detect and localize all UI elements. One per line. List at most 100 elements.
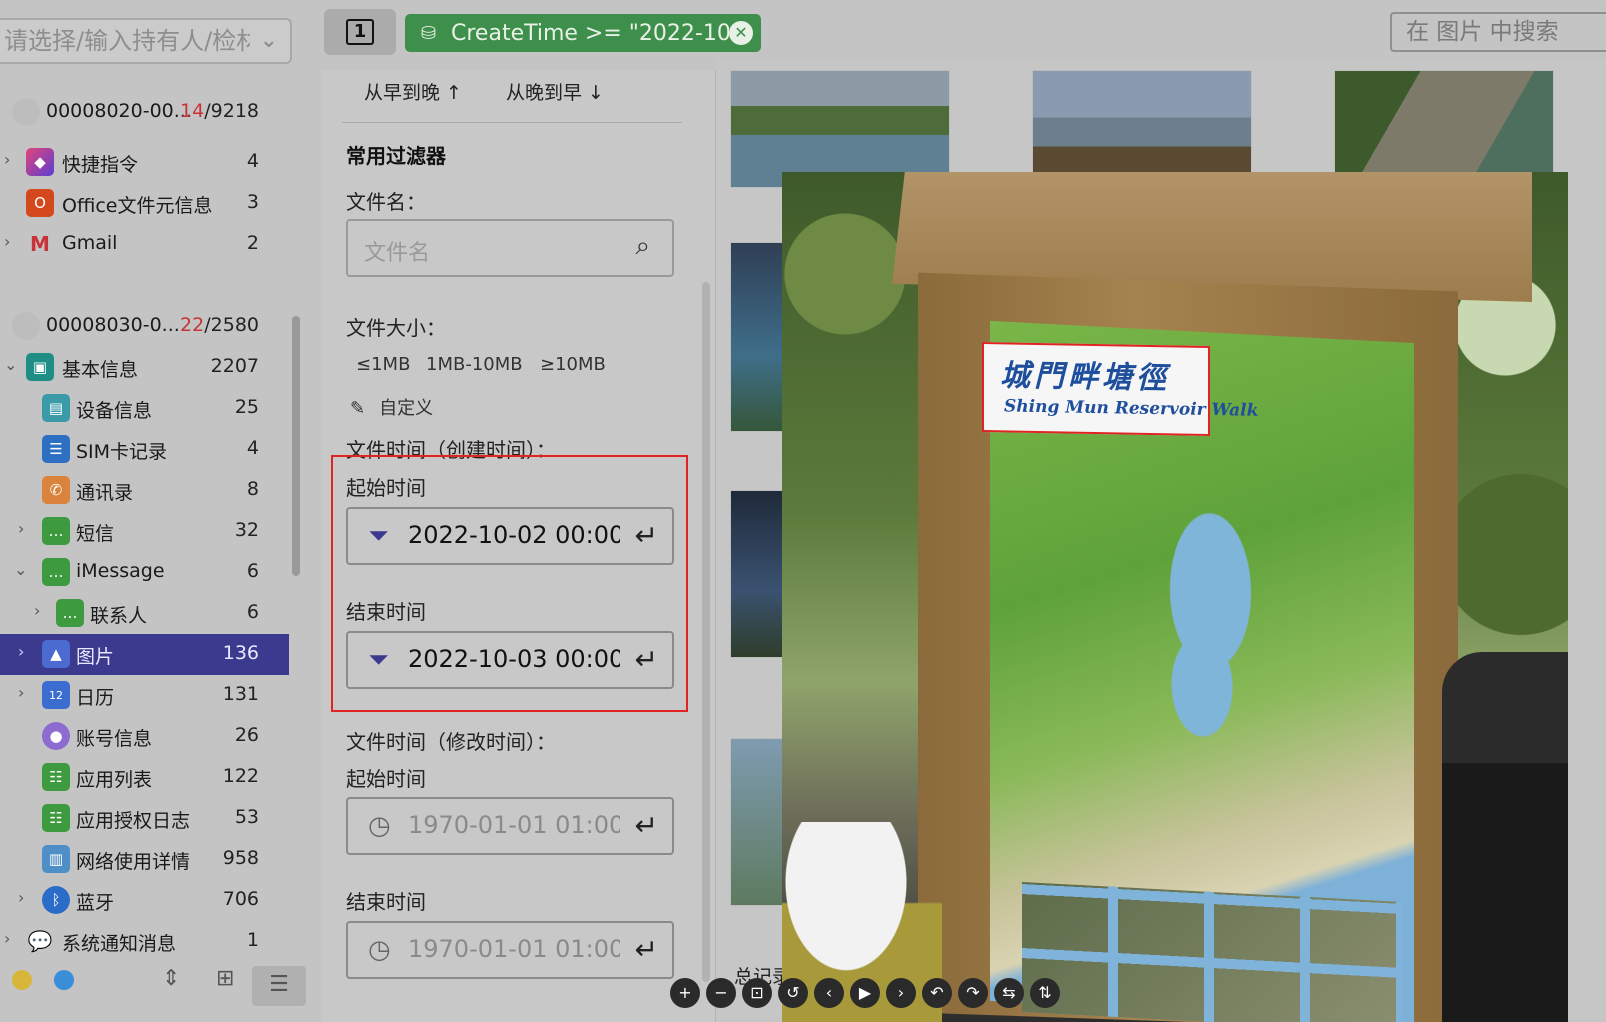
chevron-right-icon: › — [18, 888, 25, 907]
size-option-medium[interactable]: 1MB-10MB — [426, 354, 523, 375]
tree-item-system-notifications[interactable]: › 💬 系统通知消息 1 — [0, 921, 289, 962]
modify-end-input[interactable]: ◷ 1970-01-01 01:00:00 ↵ — [346, 921, 674, 979]
active-filter-chip[interactable]: ⛁ CreateTime >= "2022-10... ✕ — [405, 14, 761, 52]
tree-item-app-auth-log[interactable]: ☷ 应用授权日志 53 — [0, 798, 289, 839]
yellow-status-dot[interactable] — [12, 970, 32, 990]
sort-ascending-button[interactable]: 从早到晚 ↑ — [364, 82, 462, 104]
tree-item-network-usage[interactable]: ▥ 网络使用详情 958 — [0, 839, 289, 880]
reset-icon[interactable]: ↺ — [778, 978, 808, 1008]
tree-item-app-list[interactable]: ☷ 应用列表 122 — [0, 757, 289, 798]
phone-icon: ✆ — [42, 476, 70, 504]
tree-item-office[interactable]: O Office文件元信息 3 — [0, 183, 289, 224]
grid-view-icon[interactable]: ⊞ — [216, 966, 234, 991]
panel-scrollbar[interactable] — [702, 282, 710, 982]
tree-item-sim[interactable]: ☰ SIM卡记录 4 — [0, 429, 289, 470]
zoom-in-icon[interactable]: + — [670, 978, 700, 1008]
tree-item-count: 6 — [246, 560, 259, 582]
tree-item-label: 快捷指令 — [62, 154, 139, 176]
tree-item-label: 网络使用详情 — [76, 851, 191, 873]
next-icon[interactable]: › — [886, 978, 916, 1008]
enter-icon[interactable]: ↵ — [635, 933, 658, 966]
tree-item-accounts[interactable]: ● 账号信息 26 — [0, 716, 289, 757]
database-filter-icon: ⛁ — [421, 22, 437, 44]
tree-item-label: 系统通知消息 — [62, 933, 177, 955]
image-thumbnail[interactable] — [1032, 70, 1252, 188]
app-auth-icon: ☷ — [42, 804, 70, 832]
filename-placeholder: 文件名 — [364, 241, 431, 266]
chevron-down-icon: ⌄ — [259, 28, 278, 53]
list-view-icon[interactable]: ☰ — [252, 966, 306, 1006]
size-option-large[interactable]: ≥10MB — [540, 354, 606, 375]
single-view-button[interactable]: 1 — [324, 9, 396, 55]
modify-time-label: 文件时间（修改时间）： — [346, 730, 556, 754]
preview-toolbar: + − ⊡ ↺ ‹ ▶ › ↶ ↷ ⇆ ⇅ — [670, 978, 1090, 1022]
tree-item-count: 3 — [246, 191, 259, 213]
owner-select-text: 请选择/输入持有人/检材 — [4, 27, 250, 55]
evidence-tree: 00008020-00... 14/9218 › ◆ 快捷指令 4 O Offi… — [0, 90, 300, 970]
chevron-down-icon: ⌄ — [4, 355, 18, 374]
tree-item-imessage[interactable]: ⌄ … iMessage 6 — [0, 552, 289, 593]
divider — [342, 122, 682, 123]
tree-item-shortcuts[interactable]: › ◆ 快捷指令 4 — [0, 142, 289, 183]
tree-item-images[interactable]: › ▲ 图片 136 — [0, 634, 289, 675]
device-node-2[interactable]: 00008030-0... 22/2580 — [0, 306, 289, 347]
close-icon[interactable]: ✕ — [729, 21, 753, 45]
modify-start-input[interactable]: ◷ 1970-01-01 01:00:00 ↵ — [346, 797, 674, 855]
tree-item-calendar[interactable]: › 12 日历 131 — [0, 675, 289, 716]
collapse-expand-icon[interactable]: ⇕ — [162, 966, 180, 991]
chevron-right-icon: › — [18, 642, 25, 661]
size-option-small[interactable]: ≤1MB — [356, 354, 410, 375]
image-thumbnail[interactable] — [1334, 70, 1554, 188]
tree-item-count: 8 — [246, 478, 259, 500]
image-search-input[interactable]: 在 图片 中搜索 — [1390, 12, 1606, 52]
tree-item-label: 应用授权日志 — [76, 810, 191, 832]
tree-item-label: 基本信息 — [62, 359, 139, 381]
rotate-right-icon[interactable]: ↷ — [958, 978, 988, 1008]
filename-input[interactable]: 文件名 ⌕ — [346, 219, 674, 277]
tree-item-count: 122 — [222, 765, 259, 787]
tree-scrollbar[interactable] — [292, 316, 300, 576]
apple-icon — [12, 312, 40, 340]
tree-item-label: 账号信息 — [76, 728, 153, 750]
prev-icon[interactable]: ‹ — [814, 978, 844, 1008]
tree-item-gmail[interactable]: › M Gmail 2 — [0, 224, 289, 265]
tree-item-label: 联系人 — [90, 605, 148, 627]
app-list-icon: ☷ — [42, 763, 70, 791]
custom-label: 自定义 — [379, 398, 434, 419]
chevron-down-icon: ⌄ — [14, 560, 28, 579]
gmail-icon: M — [30, 232, 50, 256]
flip-horizontal-icon[interactable]: ⇆ — [994, 978, 1024, 1008]
actual-size-icon[interactable]: ⊡ — [742, 978, 772, 1008]
owner-select[interactable]: 请选择/输入持有人/检材 ⌄ — [0, 18, 292, 64]
play-icon[interactable]: ▶ — [850, 978, 880, 1008]
tree-item-sms[interactable]: › … 短信 32 — [0, 511, 289, 552]
sign-title-box: 城門畔塘徑 Shing Mun Reservoir Walk — [982, 342, 1258, 436]
image-preview[interactable]: 城門畔塘徑 Shing Mun Reservoir Walk — [782, 172, 1568, 1022]
tree-item-device-info[interactable]: ▤ 设备信息 25 — [0, 388, 289, 429]
rotate-left-icon[interactable]: ↶ — [922, 978, 952, 1008]
tree-item-count: 6 — [246, 601, 259, 623]
tree-item-count: 2 — [246, 232, 259, 254]
tree-item-label: 蓝牙 — [76, 892, 115, 914]
account-icon: ● — [42, 722, 70, 750]
tree-item-basic-info[interactable]: ⌄ ▣ 基本信息 2207 — [0, 347, 289, 388]
image-thumbnail[interactable] — [730, 70, 950, 188]
modify-end-label: 结束时间 — [346, 890, 426, 914]
zoom-out-icon[interactable]: − — [706, 978, 736, 1008]
enter-icon[interactable]: ↵ — [635, 809, 658, 842]
device-label: 00008030-0... — [46, 314, 180, 336]
tree-item-bluetooth[interactable]: › ᛒ 蓝牙 706 — [0, 880, 289, 921]
tree-item-count: 706 — [222, 888, 259, 910]
network-icon: ▥ — [42, 845, 70, 873]
custom-size-button[interactable]: ✎ 自定义 — [350, 394, 433, 420]
tree-item-imessage-contacts[interactable]: › … 联系人 6 — [0, 593, 289, 634]
search-icon[interactable]: ⌕ — [635, 231, 650, 262]
tree-item-count: 1 — [246, 929, 259, 951]
flip-vertical-icon[interactable]: ⇅ — [1030, 978, 1060, 1008]
tree-item-count: 136 — [222, 642, 259, 664]
blue-status-dot[interactable] — [54, 970, 74, 990]
sort-descending-button[interactable]: 从晚到早 ↓ — [506, 82, 604, 104]
device-node-1[interactable]: 00008020-00... 14/9218 — [0, 92, 289, 133]
tree-item-contacts-log[interactable]: ✆ 通讯录 8 — [0, 470, 289, 511]
chevron-right-icon: › — [34, 601, 41, 620]
